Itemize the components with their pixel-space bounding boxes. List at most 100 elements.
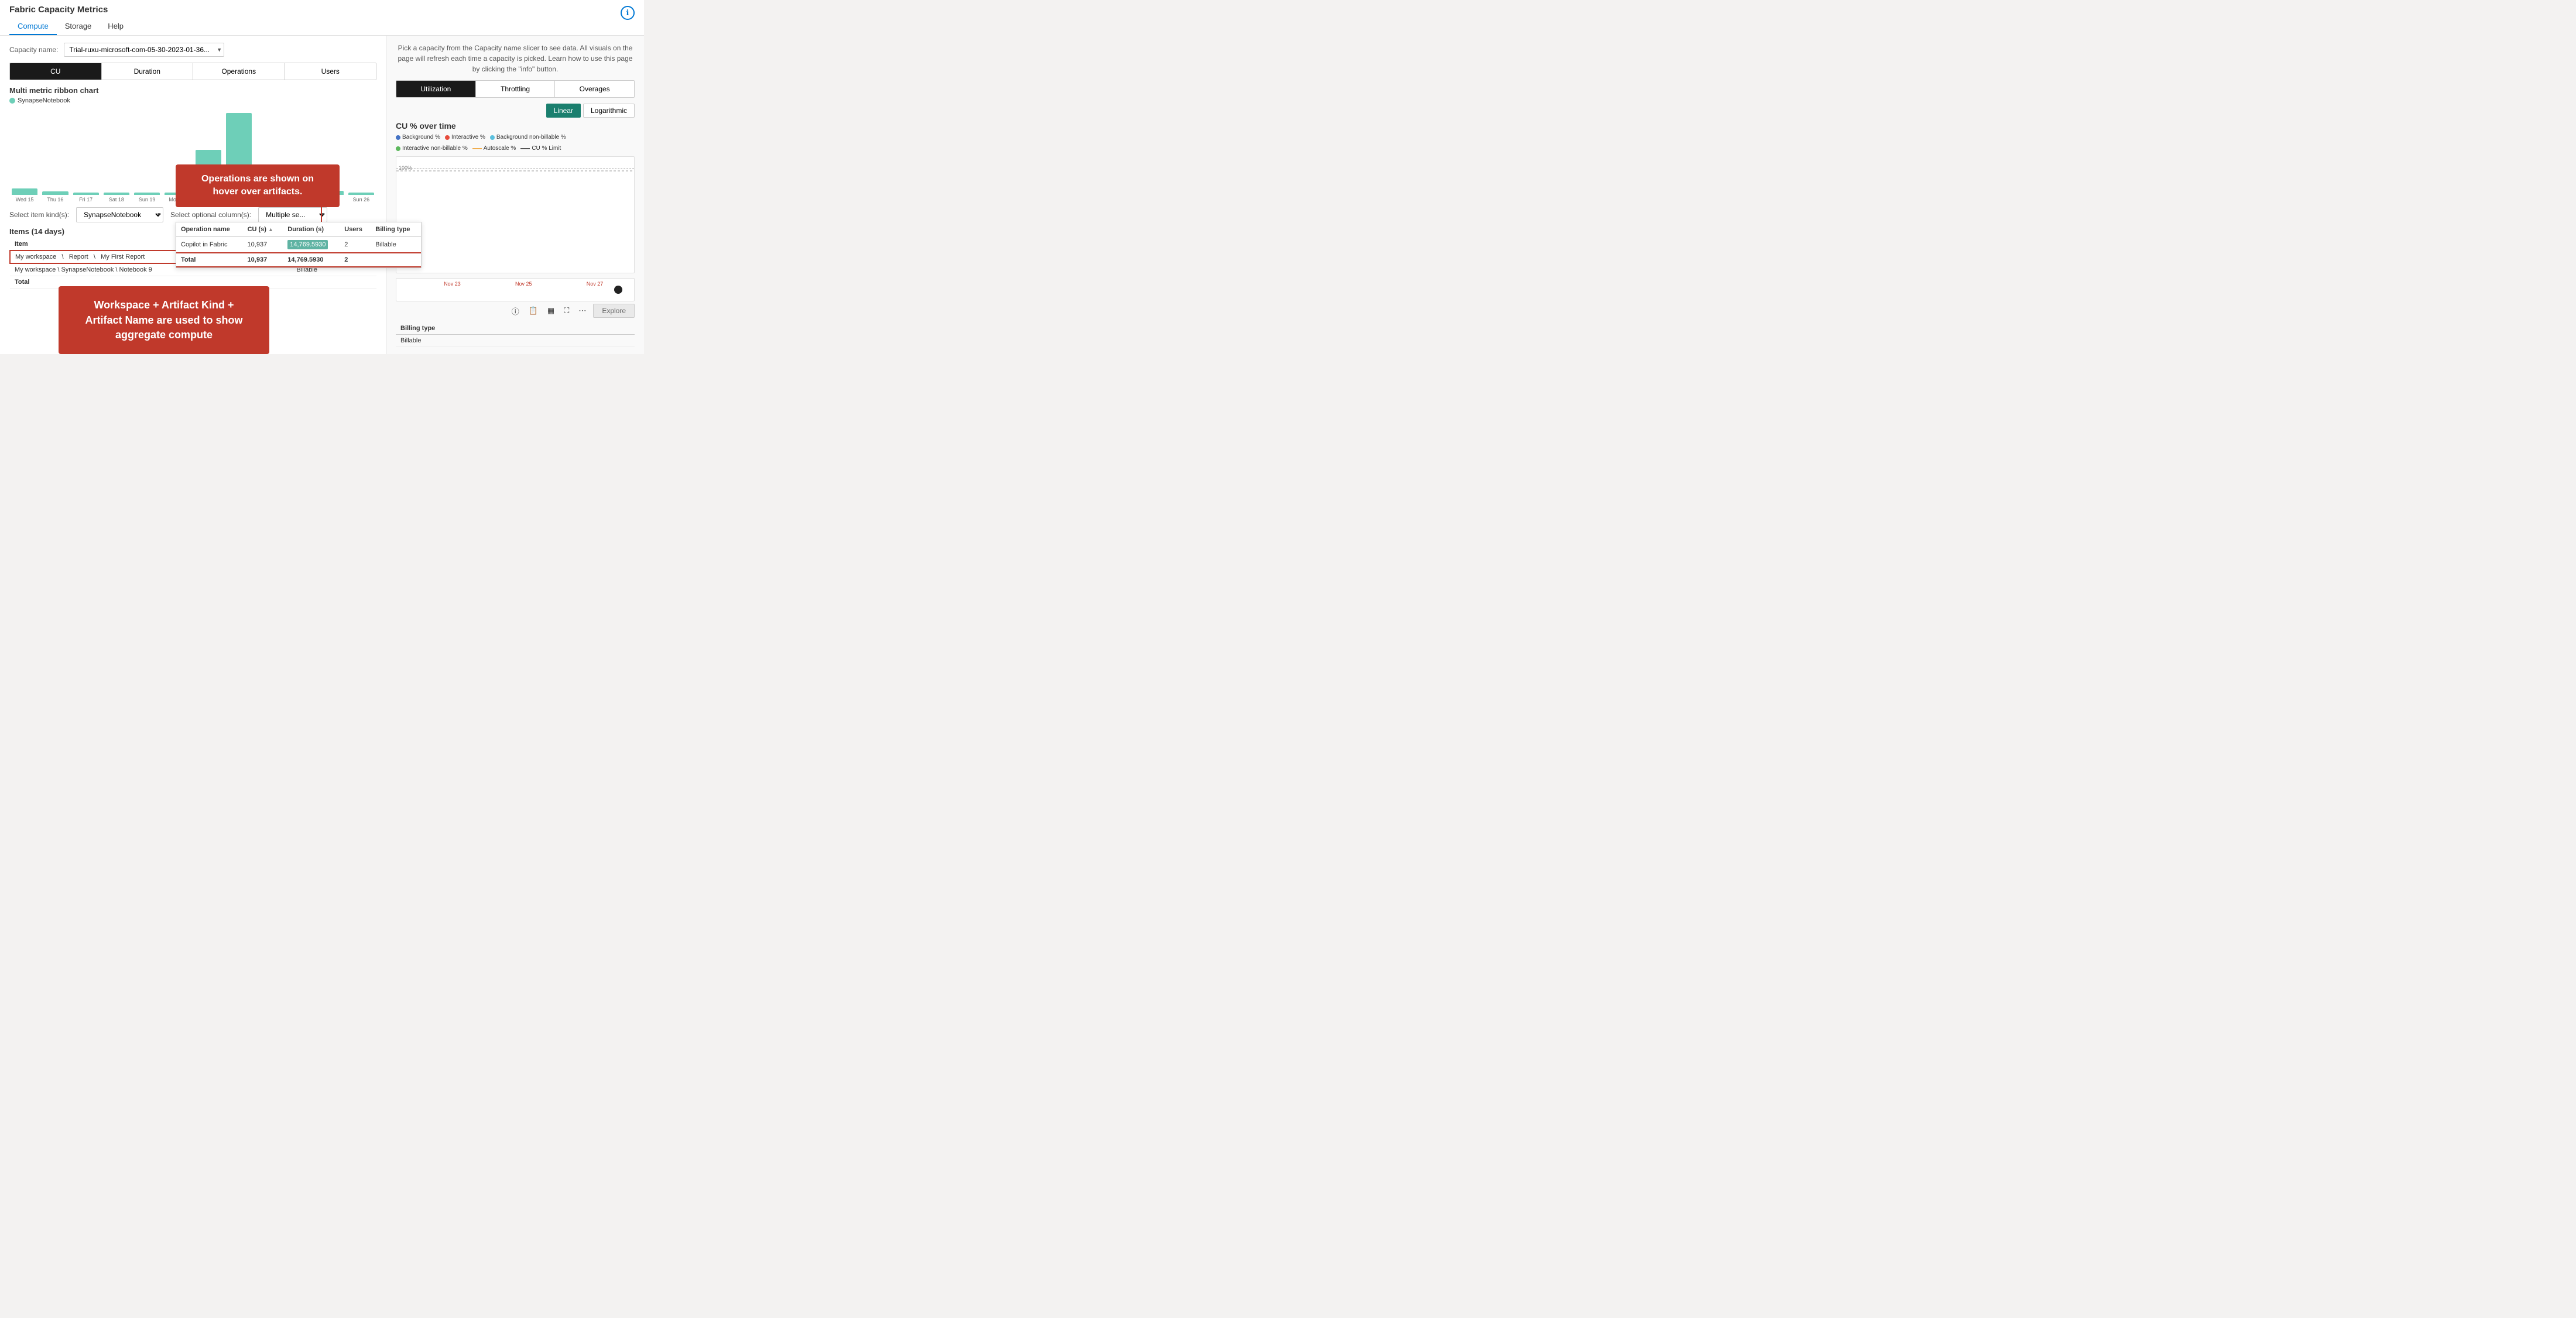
main-content: Capacity name: Trial-ruxu-microsoft-com-… — [0, 36, 644, 354]
right-tab-bar: Utilization Throttling Overages — [396, 80, 635, 98]
leg-dot-int-nb — [396, 146, 400, 151]
capacity-select[interactable]: Trial-ruxu-microsoft-com-05-30-2023-01-3… — [64, 43, 224, 57]
left-panel: Capacity name: Trial-ruxu-microsoft-com-… — [0, 36, 386, 354]
leg-label-autoscale: Autoscale % — [484, 145, 516, 152]
callout1: Operations are shown on hover over artif… — [176, 164, 340, 207]
legend-bg-nonbillable: Background non-billable % — [490, 134, 566, 140]
legend-cu-limit: CU % Limit — [520, 145, 561, 152]
op-total-row: Total 10,937 14,769.5930 2 — [176, 253, 421, 267]
capacity-label: Capacity name: — [9, 46, 58, 54]
bar-wrap: Thu 16 — [42, 191, 68, 202]
bar-wrap: Sun 19 — [134, 193, 160, 202]
timeline-tick-2: Nov 25 — [515, 281, 532, 287]
op-total-billing — [371, 253, 421, 267]
bar — [73, 193, 99, 195]
legend-label: SynapseNotebook — [18, 97, 70, 104]
right-table-row: Billable — [396, 335, 635, 347]
legend-background: Background % — [396, 134, 440, 140]
callout2: Workspace + Artifact Kind + Artifact Nam… — [59, 286, 269, 354]
right-table: Billing type Billable — [396, 322, 635, 347]
more-icon[interactable]: ⋯ — [576, 305, 588, 317]
op-billing-cell: Billable — [371, 237, 421, 253]
bar-label: Wed 15 — [16, 197, 34, 202]
timeline-area[interactable]: Nov 23 Nov 25 Nov 27 — [396, 278, 635, 301]
leg-dot-interactive — [445, 135, 450, 140]
app-header: Fabric Capacity Metrics Compute Storage … — [0, 0, 644, 36]
item-kind-select[interactable]: SynapseNotebook — [76, 207, 163, 222]
cu-chart-svg — [396, 157, 634, 273]
left-tab-bar: CU Duration Operations Users — [9, 63, 376, 80]
chart-title: Multi metric ribbon chart — [9, 86, 376, 95]
leg-label-cu-limit: CU % Limit — [532, 145, 561, 152]
item-kind-select-wrap: SynapseNotebook — [76, 207, 163, 222]
toggle-logarithmic[interactable]: Logarithmic — [583, 104, 635, 118]
capacity-select-wrap: Trial-ruxu-microsoft-com-05-30-2023-01-3… — [64, 43, 224, 57]
info-hint: Pick a capacity from the Capacity name s… — [396, 43, 635, 74]
expand-icon[interactable]: ⛶ — [561, 305, 571, 317]
chart-legend: SynapseNotebook — [9, 97, 376, 104]
help-icon[interactable]: ⓘ — [509, 304, 522, 318]
op-col-duration: Duration (s) — [283, 222, 340, 237]
timeline-tick-1: Nov 23 — [444, 281, 461, 287]
right-col-billing: Billing type — [396, 322, 635, 335]
op-table-inner: Operation name CU (s) ▲ Duration (s) Use… — [176, 222, 421, 267]
right-billing-val: Billable — [396, 335, 635, 347]
duration-highlight: 14,769.5930 — [287, 240, 328, 249]
op-col-billing: Billing type — [371, 222, 421, 237]
op-cu-cell: 10,937 — [243, 237, 283, 253]
sort-icon: ▲ — [268, 226, 273, 232]
op-total-cu: 10,937 — [243, 253, 283, 267]
bar — [348, 193, 374, 195]
bar-wrap: Sun 26 — [348, 193, 374, 202]
op-col-name: Operation name — [176, 222, 243, 237]
nav-tab-compute[interactable]: Compute — [9, 18, 57, 35]
filter-icon[interactable]: ▦ — [545, 305, 557, 317]
tab-operations[interactable]: Operations — [193, 63, 285, 80]
tab-overages[interactable]: Overages — [555, 81, 634, 97]
op-row: Copilot in Fabric 10,937 14,769.5930 2 B… — [176, 237, 421, 253]
timeline-tick-3: Nov 27 — [587, 281, 604, 287]
op-total-users: 2 — [340, 253, 371, 267]
op-col-cu: CU (s) ▲ — [243, 222, 283, 237]
total-billing — [292, 276, 376, 289]
tab-utilization[interactable]: Utilization — [396, 81, 476, 97]
toggle-linear[interactable]: Linear — [546, 104, 581, 118]
bar-label: Sat 18 — [109, 197, 124, 202]
op-total-duration: 14,769.5930 — [283, 253, 340, 267]
tab-duration[interactable]: Duration — [102, 63, 194, 80]
copy-icon[interactable]: 📋 — [526, 305, 540, 317]
bar-label: Fri 17 — [79, 197, 93, 202]
legend-dot — [9, 98, 15, 104]
bar-wrap: Sat 18 — [104, 193, 129, 202]
bar — [134, 193, 160, 195]
operation-popup: Operation name CU (s) ▲ Duration (s) Use… — [176, 217, 422, 268]
bar-label: Sun 19 — [139, 197, 156, 202]
tab-throttling[interactable]: Throttling — [476, 81, 556, 97]
app-title: Fabric Capacity Metrics — [9, 5, 635, 15]
bar — [104, 193, 129, 195]
item-kind-label: Select item kind(s): — [9, 211, 69, 219]
bar-label: Thu 16 — [47, 197, 63, 202]
tab-users[interactable]: Users — [285, 63, 376, 80]
op-duration-cell: 14,769.5930 — [283, 237, 340, 253]
bar-label: Sun 26 — [353, 197, 370, 202]
op-users-cell: 2 — [340, 237, 371, 253]
legend-autoscale: Autoscale % — [472, 145, 516, 152]
nav-tab-storage[interactable]: Storage — [57, 18, 100, 35]
leg-dot-bg-nb — [490, 135, 495, 140]
info-button[interactable]: ℹ — [621, 6, 635, 20]
tab-cu[interactable]: CU — [10, 63, 102, 80]
cu-chart-title: CU % over time — [396, 121, 635, 131]
leg-line-cu-limit — [520, 148, 530, 149]
chart-controls: Linear Logarithmic — [396, 104, 635, 118]
nav-tab-help[interactable]: Help — [100, 18, 132, 35]
leg-line-autoscale — [472, 148, 482, 149]
explore-button[interactable]: Explore — [593, 304, 635, 318]
right-panel: Pick a capacity from the Capacity name s… — [386, 36, 644, 354]
timeline-scrubber[interactable] — [614, 286, 622, 294]
bar — [42, 191, 68, 195]
op-total-label: Total — [176, 253, 243, 267]
op-table: Operation name CU (s) ▲ Duration (s) Use… — [176, 222, 422, 268]
nav-tabs: Compute Storage Help — [9, 18, 635, 35]
leg-dot-background — [396, 135, 400, 140]
